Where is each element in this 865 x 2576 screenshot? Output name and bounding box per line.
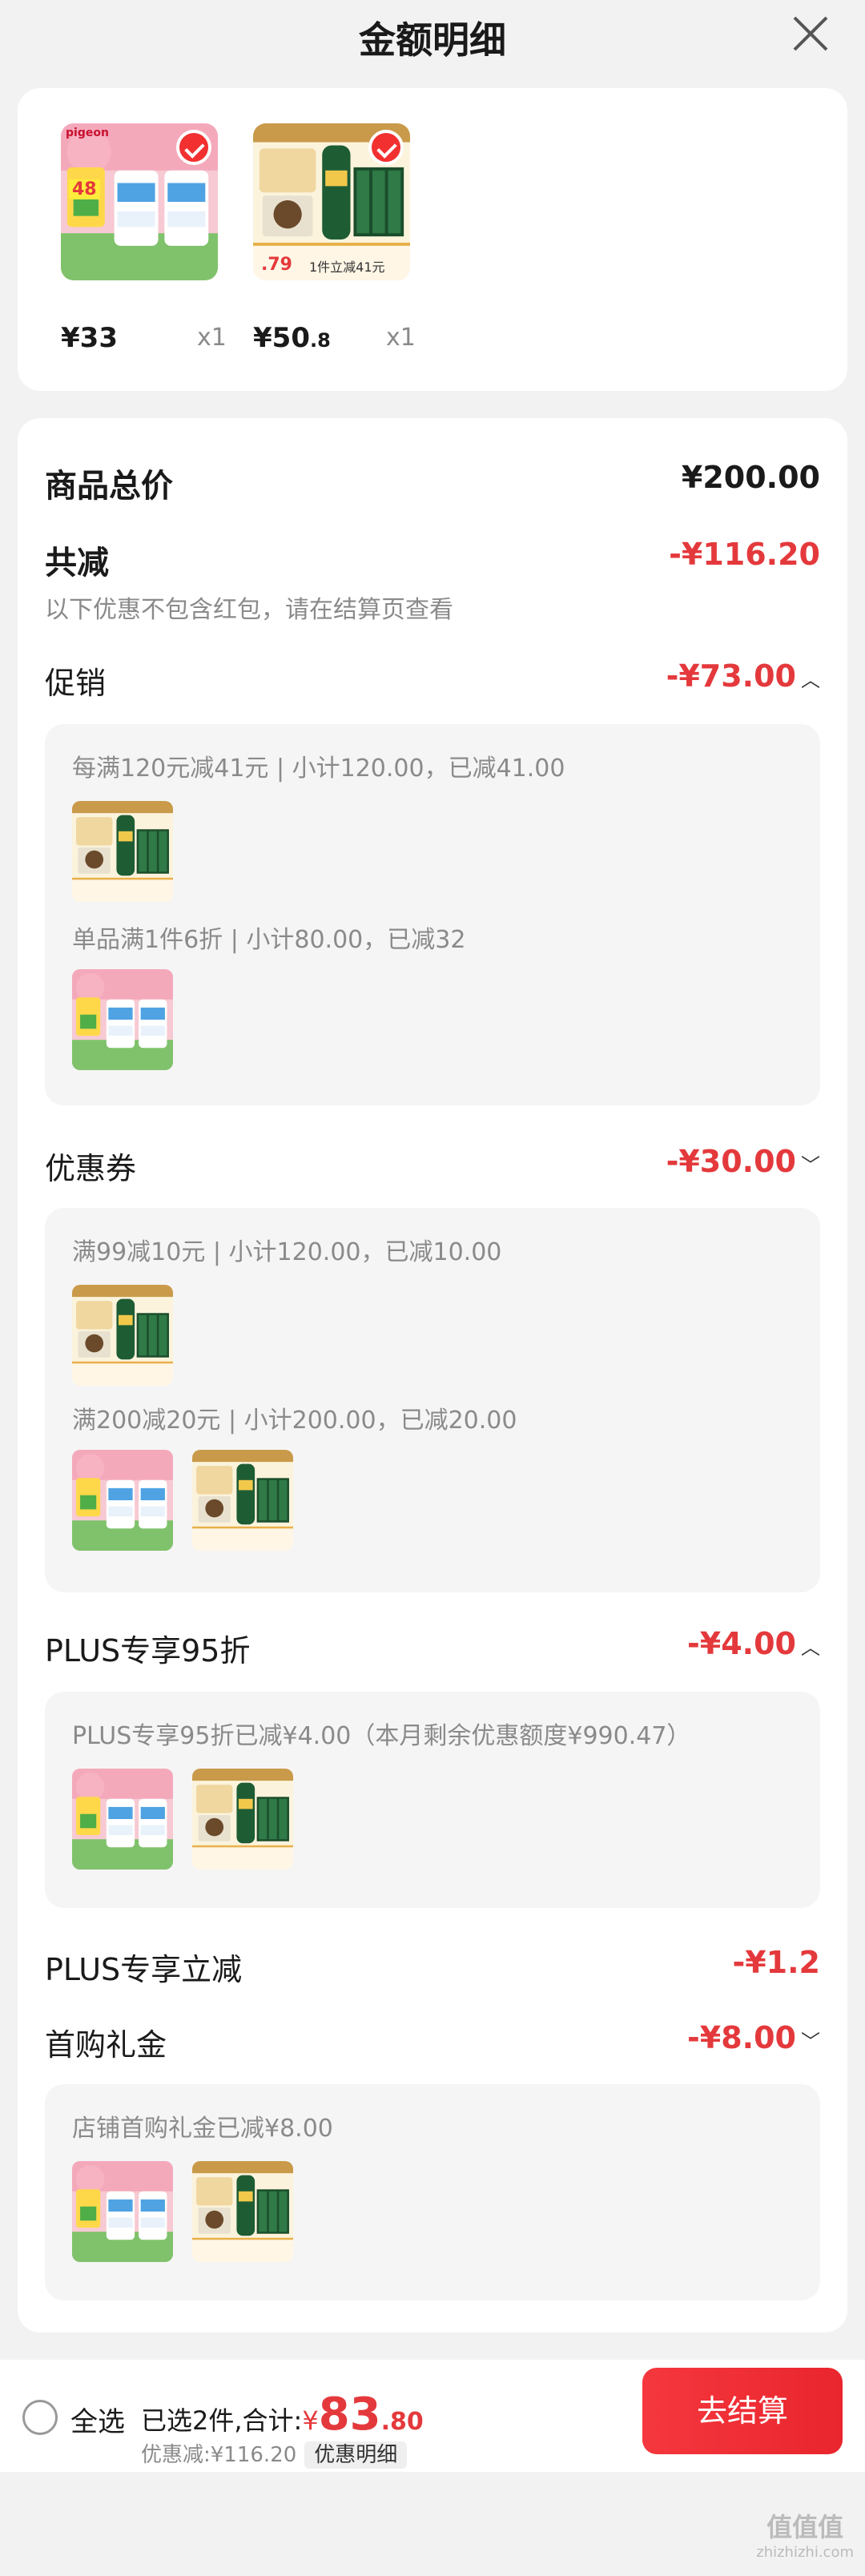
selected-products-card: pigeon 48 .79 1件立减41元 ¥33 x1 ¥50.8 x1 xyxy=(18,88,847,391)
checkout-button[interactable]: 去结算 xyxy=(642,2368,843,2454)
product-quantity: x1 xyxy=(197,324,227,352)
plus-reduce-row: PLUS专享立减 -¥1.2 xyxy=(45,1945,820,1989)
plus95-panel: PLUS专享95折已减¥4.00（本月剩余优惠额度¥990.47） xyxy=(45,1692,820,1908)
total-amount: 83 xyxy=(318,2389,381,2441)
gift-value: -¥8.00 ﹀ xyxy=(687,2020,820,2055)
page-title: 金额明细 xyxy=(359,18,506,62)
promo-badge: 48 xyxy=(69,179,100,199)
mini-product-pigeon xyxy=(72,2161,173,2262)
coupon-line: 满200减20元 | 小计200.00，已减20.00 xyxy=(72,1407,517,1435)
promo-panel: 每满120元减41元 | 小计120.00，已减41.00 单品满1件6折 | … xyxy=(45,724,820,1105)
coupon-panel: 满99减10元 | 小计120.00，已减10.00 满200减20元 | 小计… xyxy=(45,1208,820,1592)
chevron-up-icon: ︿ xyxy=(801,669,820,691)
close-icon[interactable] xyxy=(788,11,833,56)
discount-summary: 优惠减:¥116.20 优惠明细 xyxy=(141,2438,408,2469)
offer-price: .79 xyxy=(261,255,292,275)
gift-label: 首购礼金 xyxy=(45,2027,167,2063)
product-quantity: x1 xyxy=(386,324,416,352)
coupon-value: -¥30.00 ﹀ xyxy=(666,1144,820,1179)
gift-panel: 店铺首购礼金已减¥8.00 xyxy=(45,2084,820,2300)
total-summary: 已选2件,合计:¥83.80 xyxy=(141,2389,424,2441)
chevron-up-icon: ︿ xyxy=(801,1636,820,1659)
gift-line: 店铺首购礼金已减¥8.00 xyxy=(72,2115,333,2143)
mini-product-pigeon xyxy=(72,969,173,1070)
plus95-row[interactable]: PLUS专享95折 -¥4.00 ︿ xyxy=(45,1626,820,1670)
mini-product-beer xyxy=(192,1769,293,1870)
promo-line: 每满120元减41元 | 小计120.00，已减41.00 xyxy=(72,755,565,783)
price-detail-card: 商品总价 ¥200.00 共减 -¥116.20 以下优惠不包含红包，请在结算页… xyxy=(18,418,847,2332)
watermark: 值值值 zhizhizhi.com xyxy=(756,2512,854,2561)
plus-reduce-label: PLUS专享立减 xyxy=(45,1952,243,1987)
select-all-radio[interactable] xyxy=(22,2400,58,2435)
reduce-value: -¥116.20 xyxy=(669,537,820,572)
total-label: 商品总价 xyxy=(45,468,173,505)
promo-label: 促销 xyxy=(45,666,107,701)
gift-row[interactable]: 首购礼金 -¥8.00 ﹀ xyxy=(45,2020,820,2064)
promo-row[interactable]: 促销 -¥73.00 ︿ xyxy=(45,658,820,702)
coupon-label: 优惠券 xyxy=(45,1151,137,1186)
header: 金额明细 xyxy=(0,0,865,77)
total-value: ¥200.00 xyxy=(681,460,820,495)
mini-product-pigeon xyxy=(72,1769,173,1870)
mini-product-beer xyxy=(192,2161,293,2262)
mini-product-beer xyxy=(192,1450,293,1551)
total-row: 商品总价 ¥200.00 xyxy=(45,460,820,506)
offer-text: 1件立减41元 xyxy=(309,260,385,275)
product-thumbnail-pigeon[interactable]: pigeon 48 xyxy=(61,123,218,280)
select-all-label[interactable]: 全选 xyxy=(70,2400,125,2439)
selected-check-icon xyxy=(368,130,404,165)
promo-value: -¥73.00 ︿ xyxy=(666,658,820,694)
discount-detail-button[interactable]: 优惠明细 xyxy=(304,2441,408,2469)
plus95-value: -¥4.00 ︿ xyxy=(687,1626,820,1661)
product-price: ¥50.8 xyxy=(253,322,331,354)
plus95-label: PLUS专享95折 xyxy=(45,1633,251,1668)
brand-logo-text: pigeon xyxy=(66,127,109,139)
product-thumbnail-beer[interactable]: .79 1件立减41元 xyxy=(253,123,410,280)
plus-reduce-value: -¥1.2 xyxy=(732,1945,820,1980)
chevron-down-icon: ﹀ xyxy=(801,2031,820,2053)
promo-line: 单品满1件6折 | 小计80.00，已减32 xyxy=(72,926,466,954)
reduce-note: 以下优惠不包含红包，请在结算页查看 xyxy=(45,596,453,624)
mini-product-beer xyxy=(72,1285,173,1386)
coupon-row[interactable]: 优惠券 -¥30.00 ﹀ xyxy=(45,1144,820,1188)
reduce-label: 共减 xyxy=(45,545,109,582)
reduce-row: 共减 -¥116.20 xyxy=(45,537,820,583)
chevron-down-icon: ﹀ xyxy=(801,1154,820,1177)
mini-product-beer xyxy=(72,801,173,902)
selected-check-icon xyxy=(176,130,211,165)
plus95-line: PLUS专享95折已减¥4.00（本月剩余优惠额度¥990.47） xyxy=(72,1722,691,1750)
checkout-bar: 全选 已选2件,合计:¥83.80 优惠减:¥116.20 优惠明细 去结算 xyxy=(0,2360,865,2472)
coupon-line: 满99减10元 | 小计120.00，已减10.00 xyxy=(72,1238,502,1266)
mini-product-pigeon xyxy=(72,1450,173,1551)
product-price: ¥33 xyxy=(61,322,118,354)
